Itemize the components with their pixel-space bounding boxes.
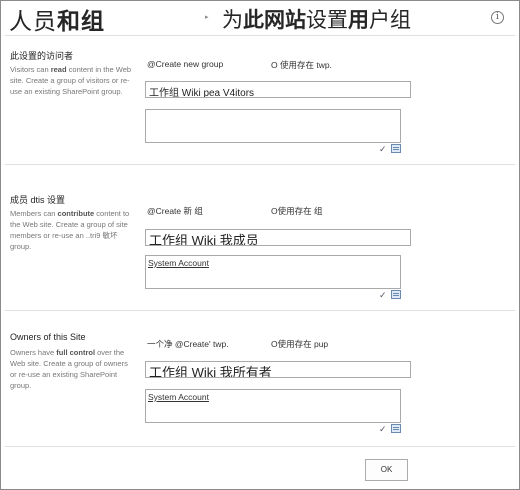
address-book-icon[interactable] (391, 290, 401, 299)
members-members-picker[interactable]: System Account (145, 255, 401, 289)
owners-create-new-radio[interactable]: 一个净 @Create' twp. (147, 339, 229, 349)
visitors-section-title: 此设置的访问者 (10, 51, 74, 61)
visitors-picker-icons: ✓ (379, 143, 403, 155)
owners-section-description: Owners have full control over the Web si… (10, 348, 128, 390)
check-names-icon[interactable]: ✓ (379, 289, 387, 301)
members-create-new-radio[interactable]: @Create 新 组 (147, 206, 203, 216)
owners-group-name-input[interactable]: 工作组 Wiki 我所有者 (145, 361, 411, 378)
address-book-icon[interactable] (391, 424, 401, 433)
owners-use-existing-radio[interactable]: O使用存在 pup (271, 338, 328, 350)
section-divider (5, 35, 515, 36)
section-divider (5, 164, 515, 165)
members-use-existing-radio[interactable]: O使用存在 组 (271, 205, 322, 217)
owners-section-title: Owners of this Site (10, 332, 86, 342)
owners-picker-icons: ✓ (379, 423, 403, 435)
visitors-group-name-input[interactable]: 工作组 Wiki pea V4itors (145, 81, 411, 98)
owners-members-picker[interactable]: System Account (145, 389, 401, 423)
owners-radio-group: 一个净 @Create' twp. O使用存在 pup (147, 338, 328, 350)
visitors-use-existing-radio[interactable]: O 使用存在 twp. (271, 59, 332, 71)
section-divider (5, 310, 515, 311)
visitors-section-description: Visitors can read content in the Web sit… (10, 65, 132, 96)
check-names-icon[interactable]: ✓ (379, 423, 387, 435)
visitors-create-new-radio[interactable]: @Create new group (147, 59, 223, 69)
section-divider (5, 446, 515, 447)
owners-member-entry: System Account (148, 392, 209, 402)
members-group-name-input[interactable]: 工作组 Wiki 我成员 (145, 229, 411, 246)
members-member-entry: System Account (148, 258, 209, 268)
breadcrumb-separator-icon: ▸ (205, 14, 209, 21)
visitors-radio-group: @Create new group O 使用存在 twp. (147, 59, 332, 70)
members-radio-group: @Create 新 组 O使用存在 组 (147, 205, 322, 217)
address-book-icon[interactable] (391, 144, 401, 153)
visitors-members-picker[interactable] (145, 109, 401, 143)
ok-button[interactable]: OK (365, 459, 408, 481)
check-names-icon[interactable]: ✓ (379, 143, 387, 155)
page-title-people-and-groups: 人员和组 (9, 8, 105, 34)
info-icon[interactable]: i (491, 11, 504, 24)
members-section-description: Members can contribute content to the We… (10, 209, 130, 251)
page-title-setup-groups: 为此网站设置用户组 (222, 9, 411, 32)
members-section-title: 成员 dtis 设置 (10, 195, 66, 205)
members-picker-icons: ✓ (379, 289, 403, 301)
